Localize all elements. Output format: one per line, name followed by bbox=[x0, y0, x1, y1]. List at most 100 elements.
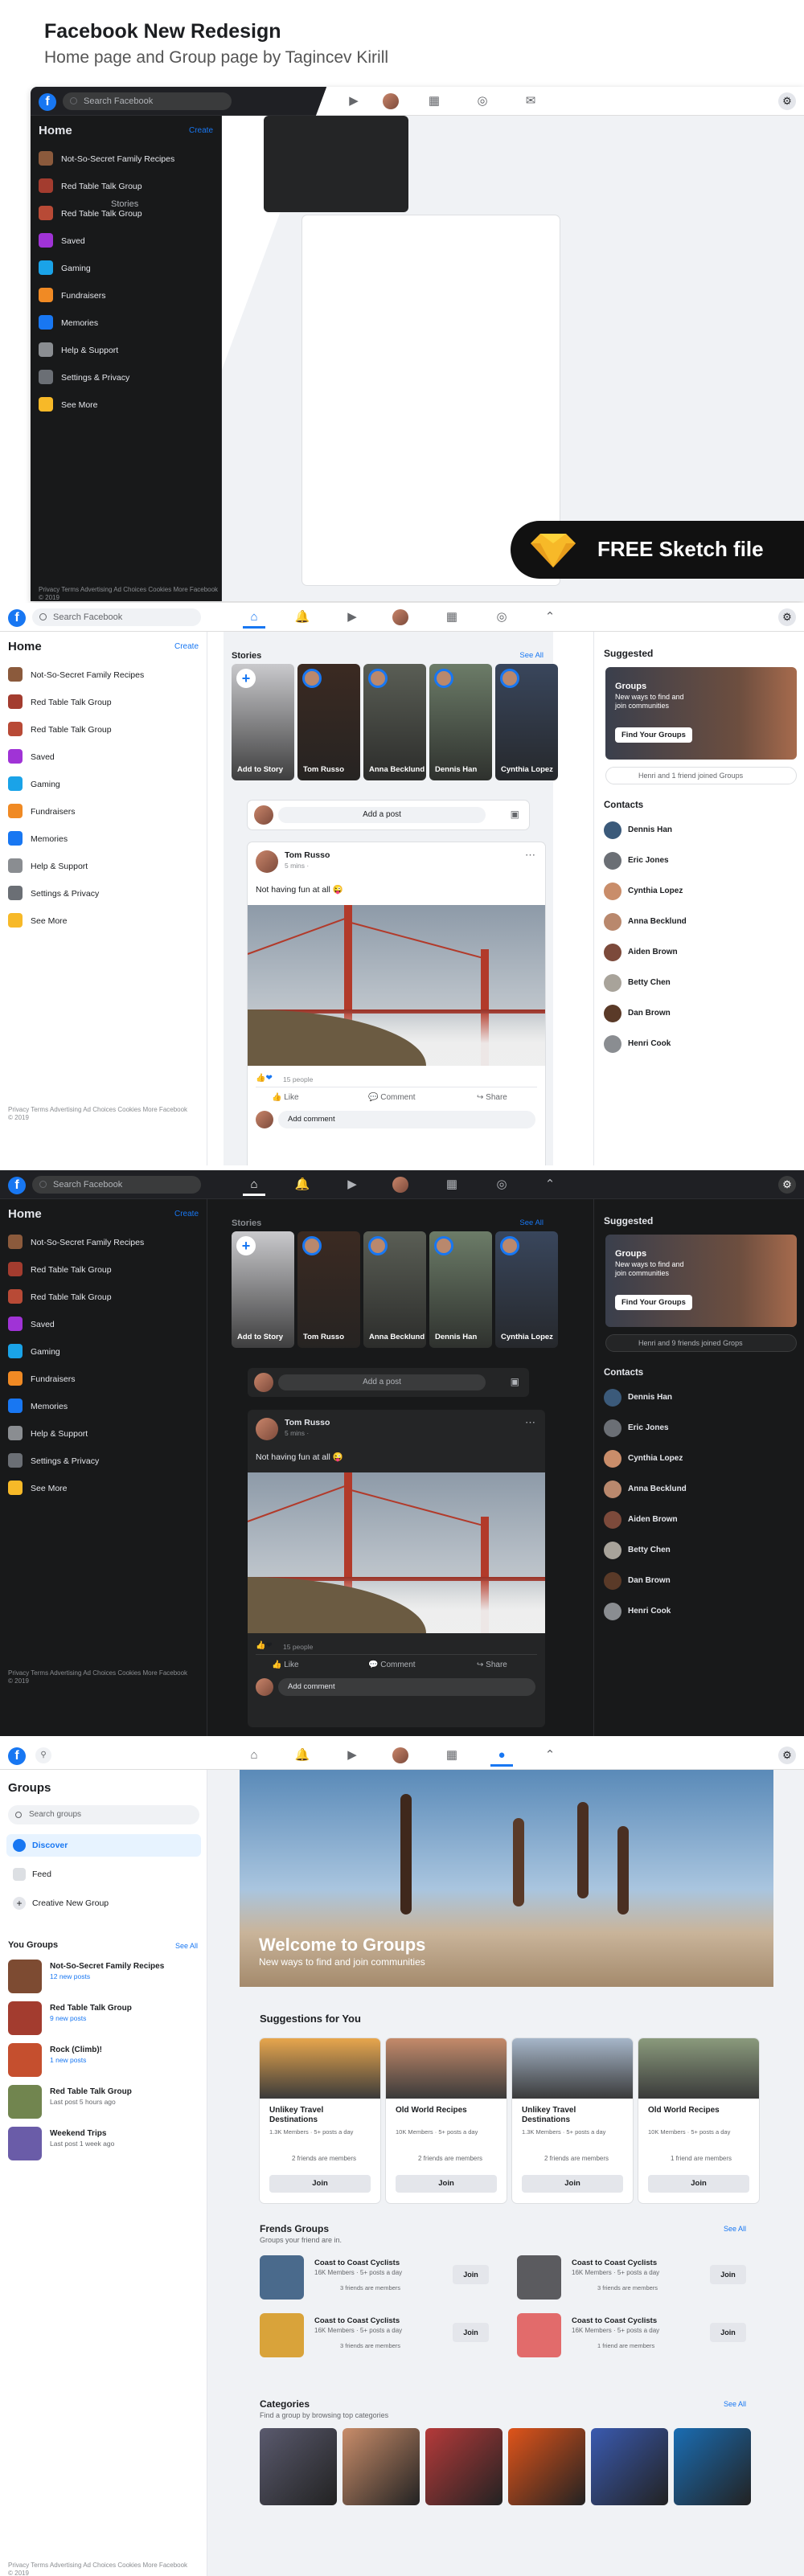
create-link[interactable]: Create bbox=[174, 642, 199, 651]
story-card[interactable]: Tom Russo bbox=[297, 664, 360, 780]
photo-icon[interactable]: ▣ bbox=[511, 809, 519, 820]
contact-item[interactable]: Anna Becklund bbox=[604, 911, 789, 932]
create-link[interactable]: Create bbox=[189, 126, 213, 135]
facebook-logo-icon[interactable]: f bbox=[8, 1177, 26, 1194]
nav-watch-icon[interactable]: ▶ bbox=[341, 1744, 363, 1767]
sidebar-item[interactable]: Gaming bbox=[39, 260, 224, 276]
post-author[interactable]: Tom Russo bbox=[285, 850, 330, 860]
reactions-icon[interactable]: 👍❤ bbox=[256, 1074, 273, 1083]
contact-item[interactable]: Henri Cook bbox=[604, 1601, 789, 1622]
sidebar-item[interactable]: Saved bbox=[8, 749, 193, 765]
sidebar-item[interactable]: Saved bbox=[8, 1317, 193, 1333]
comment-input[interactable]: Add comment bbox=[278, 1678, 535, 1696]
search-input[interactable]: Search Facebook bbox=[32, 1176, 201, 1194]
join-button[interactable]: Join bbox=[396, 2175, 497, 2193]
nav-groups-icon[interactable]: ● bbox=[490, 1744, 513, 1767]
join-button[interactable]: Join bbox=[648, 2175, 749, 2193]
nav-notifications-icon[interactable]: 🔔 bbox=[291, 1744, 314, 1767]
post-image[interactable] bbox=[248, 905, 545, 1066]
sidebar-item[interactable]: See More bbox=[39, 397, 224, 413]
story-card[interactable]: Tom Russo bbox=[297, 1231, 360, 1348]
nav-feed[interactable]: Feed bbox=[6, 1863, 201, 1886]
friend-group-item[interactable]: Coast to Coast Cyclists 16K Members · 5+ … bbox=[517, 2255, 766, 2304]
nav-groups-icon[interactable]: ◎ bbox=[490, 606, 513, 629]
contact-item[interactable]: Anna Becklund bbox=[604, 1479, 789, 1500]
profile-avatar[interactable] bbox=[392, 609, 408, 625]
nav-home-icon[interactable]: ⌂ bbox=[243, 1744, 265, 1767]
suggestion-card[interactable]: Old World Recipes 10K Members · 5+ posts … bbox=[386, 2038, 507, 2203]
nav-notifications-icon[interactable]: 🔔 bbox=[291, 1173, 314, 1196]
stories-see-all-link[interactable]: See All bbox=[519, 651, 544, 660]
profile-avatar[interactable] bbox=[383, 93, 399, 109]
sidebar-item[interactable]: Not-So-Secret Family Recipes bbox=[8, 667, 193, 683]
join-button[interactable]: Join bbox=[269, 2175, 371, 2193]
sidebar-item[interactable]: Memories bbox=[8, 831, 193, 847]
add-story-icon[interactable]: + bbox=[236, 669, 256, 688]
contact-item[interactable]: Henri Cook bbox=[604, 1034, 789, 1055]
suggestion-card[interactable]: Unlikey Travel Destinations 1.3K Members … bbox=[512, 2038, 633, 2203]
share-button[interactable]: ↪ Share bbox=[477, 1093, 507, 1102]
group-list-item[interactable]: Red Table Talk Group 9 new posts bbox=[8, 2001, 201, 2035]
contact-item[interactable]: Betty Chen bbox=[604, 1540, 789, 1561]
sketch-banner[interactable]: FREE Sketch file bbox=[511, 521, 804, 579]
your-groups-see-all[interactable]: See All bbox=[175, 1942, 198, 1950]
join-button[interactable]: Join bbox=[710, 2323, 746, 2342]
sidebar-item[interactable]: Memories bbox=[39, 315, 224, 331]
reactions-count[interactable]: 15 people bbox=[283, 1075, 313, 1083]
story-card[interactable]: + Add to Story bbox=[232, 1231, 294, 1348]
join-button[interactable]: Join bbox=[522, 2175, 623, 2193]
join-button[interactable]: Join bbox=[453, 2323, 489, 2342]
group-list-item[interactable]: Rock (Climb)! 1 new posts bbox=[8, 2043, 201, 2077]
reactions-count[interactable]: 15 people bbox=[283, 1643, 313, 1651]
sidebar-item[interactable]: Help & Support bbox=[8, 1426, 193, 1442]
story-card[interactable]: Dennis Han bbox=[429, 1231, 492, 1348]
category-tile[interactable] bbox=[343, 2428, 420, 2505]
sidebar-item[interactable]: Not-So-Secret Family Recipes bbox=[39, 151, 224, 167]
search-input[interactable]: Search Facebook bbox=[32, 608, 201, 626]
contact-item[interactable]: Cynthia Lopez bbox=[604, 1448, 789, 1469]
photo-icon[interactable]: ▣ bbox=[511, 1376, 519, 1387]
post-author-avatar[interactable] bbox=[256, 1418, 278, 1440]
contact-item[interactable]: Betty Chen bbox=[604, 973, 789, 993]
story-card[interactable]: + Add to Story bbox=[232, 664, 294, 780]
post-menu-icon[interactable]: ⋯ bbox=[525, 1416, 535, 1429]
post-menu-icon[interactable]: ⋯ bbox=[525, 849, 535, 862]
contact-item[interactable]: Eric Jones bbox=[604, 850, 789, 871]
post-author-avatar[interactable] bbox=[256, 850, 278, 873]
category-tile[interactable] bbox=[508, 2428, 585, 2505]
sidebar-item[interactable]: Settings & Privacy bbox=[8, 1453, 193, 1469]
search-groups-input[interactable]: Search groups bbox=[8, 1805, 199, 1824]
add-story-icon[interactable]: + bbox=[236, 1236, 256, 1255]
share-button[interactable]: ↪ Share bbox=[477, 1661, 507, 1669]
facebook-logo-icon[interactable]: f bbox=[8, 1747, 26, 1765]
contact-item[interactable]: Cynthia Lopez bbox=[604, 881, 789, 902]
profile-avatar[interactable] bbox=[392, 1177, 408, 1193]
sidebar-item[interactable]: Help & Support bbox=[8, 858, 193, 874]
contact-item[interactable]: Aiden Brown bbox=[604, 942, 789, 963]
contact-item[interactable]: Eric Jones bbox=[604, 1418, 789, 1439]
add-post-input[interactable]: Add a post bbox=[278, 807, 486, 823]
sidebar-item[interactable]: Saved bbox=[39, 233, 224, 249]
search-input[interactable]: Search Facebook bbox=[63, 92, 232, 110]
group-list-item[interactable]: Weekend Trips Last post 1 week ago bbox=[8, 2127, 201, 2160]
post-author[interactable]: Tom Russo bbox=[285, 1418, 330, 1427]
post-image[interactable] bbox=[248, 1472, 545, 1633]
category-tile[interactable] bbox=[674, 2428, 751, 2505]
story-card[interactable]: Cynthia Lopez bbox=[495, 664, 558, 780]
create-link[interactable]: Create bbox=[174, 1210, 199, 1218]
facebook-logo-icon[interactable]: f bbox=[39, 93, 56, 111]
friend-group-item[interactable]: Coast to Coast Cyclists 16K Members · 5+ … bbox=[260, 2313, 509, 2361]
like-button[interactable]: 👍 Like bbox=[272, 1661, 299, 1669]
friend-group-item[interactable]: Coast to Coast Cyclists 16K Members · 5+ … bbox=[517, 2313, 766, 2361]
sidebar-item[interactable]: Red Table Talk Group bbox=[8, 1289, 193, 1305]
nav-groups-icon[interactable]: ◎ bbox=[490, 1173, 513, 1196]
sidebar-item[interactable]: Red Table Talk Group bbox=[8, 1262, 193, 1278]
comment-button[interactable]: 💬 Comment bbox=[368, 1661, 416, 1669]
contact-item[interactable]: Dennis Han bbox=[604, 1387, 789, 1408]
sidebar-item[interactable]: Red Table Talk Group bbox=[8, 694, 193, 711]
nav-more-icon[interactable]: ⌃ bbox=[539, 1173, 561, 1196]
sidebar-item[interactable]: Not-So-Secret Family Recipes bbox=[8, 1235, 193, 1251]
facebook-logo-icon[interactable]: f bbox=[8, 609, 26, 627]
nav-marketplace-icon[interactable]: ▦ bbox=[441, 1173, 463, 1196]
joined-groups-note[interactable]: Henri and 9 friends joined Grops bbox=[605, 1334, 797, 1352]
